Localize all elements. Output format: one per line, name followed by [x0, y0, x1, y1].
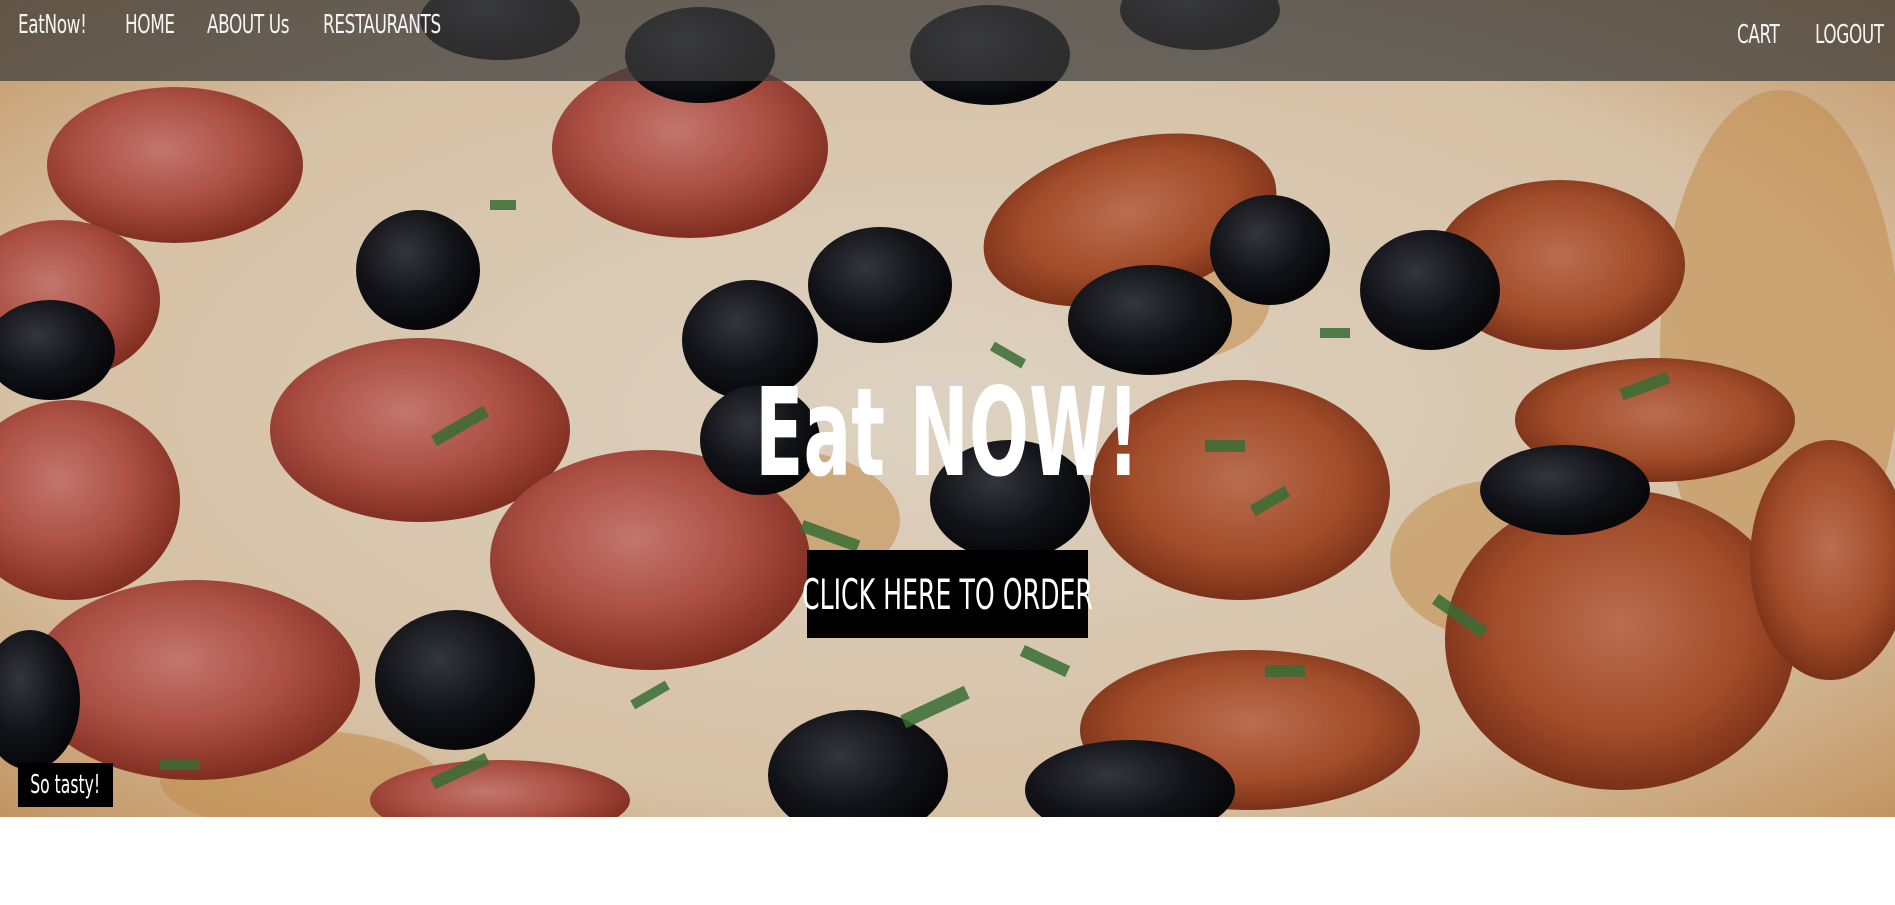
brand-link[interactable]: EatNow! [18, 10, 87, 40]
order-button-label: CLICK HERE TO ORDER [802, 569, 1093, 619]
nav-about-link[interactable]: ABOUT Us [207, 10, 290, 40]
nav-restaurants-link[interactable]: RESTAURANTS [323, 10, 441, 40]
hero-section: EatNow! HOME ABOUT Us RESTAURANTS CART L… [0, 0, 1895, 817]
hero-title-text: Eat NOW! [755, 362, 1140, 504]
nav-home-link[interactable]: HOME [125, 10, 175, 40]
top-navbar: EatNow! HOME ABOUT Us RESTAURANTS CART L… [0, 0, 1895, 81]
image-caption-text: So tasty! [30, 770, 101, 800]
nav-cart-link[interactable]: CART [1737, 20, 1780, 50]
hero-title: Eat NOW! [0, 372, 1895, 494]
nav-logout-link[interactable]: LOGOUT [1815, 20, 1884, 50]
order-button[interactable]: CLICK HERE TO ORDER [802, 550, 1093, 638]
image-caption: So tasty! [18, 763, 113, 807]
